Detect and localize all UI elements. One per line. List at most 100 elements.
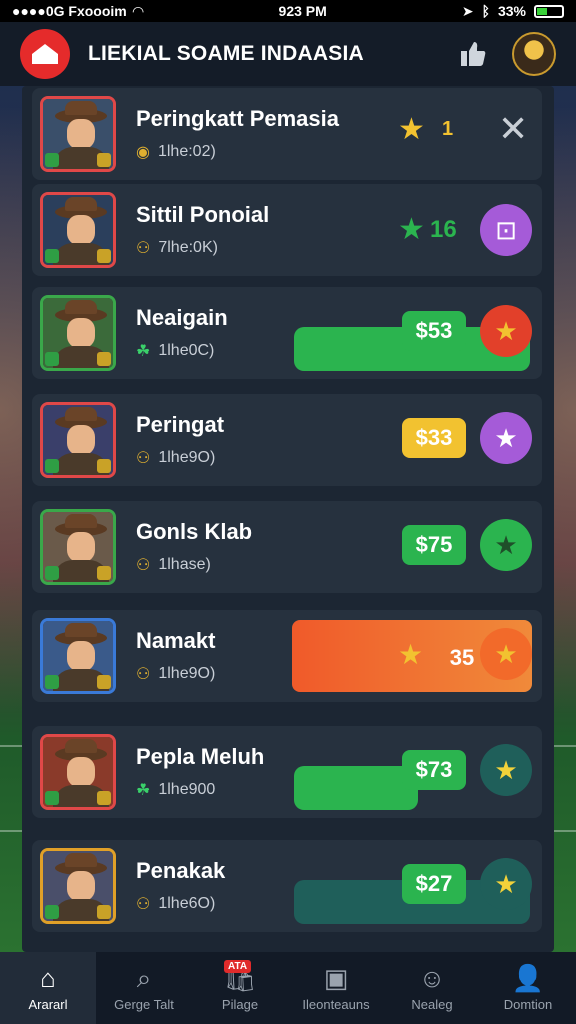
player-sub-text: 1lhase) [158,556,211,573]
player-sub-text: 1lhe0C) [158,342,215,359]
player-sub-text: 1lhe6O) [158,895,216,912]
player-sub-text: 1lhe900 [158,781,216,798]
player-sub: ☘ 1lhe0C) [136,341,214,361]
search-icon: ⌕ [136,962,152,993]
list-item[interactable]: Neaigain ☘ 1lhe0C) $53 ★ [32,287,542,379]
reward-button[interactable]: ★ [480,628,532,680]
bottom-nav: ⌂ Arararl ⌕ Gerge Talt 🛍 ATA Pilage ▣ Ileonteaun… [0,952,576,1024]
reward-button[interactable]: ★ [480,858,532,910]
player-sub: ⚇ 7lhe:0K) [136,238,218,258]
score-value: 16 [430,216,457,243]
player-portrait [40,402,116,478]
reward-button[interactable]: ⊡ [480,204,532,256]
nav-item-search[interactable]: ⌕ Gerge Talt [96,952,192,1024]
list-item[interactable]: Penakak ⚇ 1lhe6O) $27 ★ [32,840,542,932]
player-name: Gonls Klab [136,519,253,544]
home-icon: ⌂ [40,962,56,993]
status-icon: ⚇ [136,240,151,257]
list-item[interactable]: Namakt ⚇ 1lhe9O) ★ 35 ★ [32,610,542,702]
nav-item-bag[interactable]: 🛍 ATA Pilage [192,952,288,1024]
star-icon: ★ [398,639,424,670]
bluetooth-icon: ᛒ [481,3,490,19]
player-sub: ⚇ 1lhe9O) [136,448,215,468]
player-portrait [40,192,116,268]
player-portrait [40,509,116,585]
nav-item-home[interactable]: ⌂ Arararl [0,952,96,1024]
status-icon: ⚇ [136,666,151,683]
thumbs-up-icon[interactable] [456,37,490,71]
nav-label: Arararl [28,996,68,1012]
player-sub: ☘ 1lhe900 [136,780,215,800]
player-name: Peringkatt Pemasia [136,106,339,131]
nav-item-smile[interactable]: ☺ Nealeg [384,952,480,1024]
player-name: Pepla Meluh [136,744,265,769]
price-badge[interactable]: $73 [402,750,466,790]
list-item[interactable]: Sittil Ponoial ⚇ 7lhe:0K) ★ 16 ⊡ [32,184,542,276]
price-badge[interactable]: $53 [402,311,466,351]
player-name: Penakak [136,858,226,883]
player-portrait [40,96,116,172]
reward-button[interactable]: ★ [480,412,532,464]
reward-button[interactable]: ★ [480,744,532,796]
price-badge[interactable]: $33 [402,418,466,458]
player-portrait [40,734,116,810]
player-portrait [40,848,116,924]
star-icon: ★ [398,113,425,146]
status-icon: ⚇ [136,450,151,467]
reward-button[interactable]: ★ [480,305,532,357]
location-icon: ➤ [461,2,474,19]
player-name: Neaigain [136,305,228,330]
player-sub: ⚇ 1lhase) [136,555,211,575]
player-portrait [40,295,116,371]
user-icon: 👤 [511,962,545,993]
list-item[interactable]: Peringkatt Pemasia ◉ 1lhe:02) ★ 1 ✕ [32,88,542,180]
smile-icon: ☺ [418,962,446,993]
notification-badge: ATA [224,960,252,973]
status-icon: ⚇ [136,557,151,574]
user-avatar[interactable] [512,32,556,76]
player-sub-text: 1lhe:02) [157,143,216,160]
player-name: Peringat [136,412,225,437]
price-badge[interactable]: $27 [402,864,466,904]
battery-percent: 33% [497,3,526,19]
nav-label: Gerge Talt [114,996,174,1012]
player-sub: ⚇ 1lhe6O) [136,894,215,914]
status-icon: ⚇ [136,896,151,913]
player-sub: ◉ 1lhe:02) [136,142,216,162]
reward-button[interactable]: ★ [480,519,532,571]
card-icon: ▣ [323,962,349,993]
battery-icon [534,4,564,18]
price-badge[interactable]: $75 [402,525,466,565]
status-bar: ●●●●0G Fxoooim ◠ 923 PM ➤ ᛒ 33% [0,0,576,22]
star-icon: ★ [398,213,425,246]
app-title: LIEKIAL SOAME INDAASIA [88,42,364,65]
list-item[interactable]: Peringat ⚇ 1lhe9O) $33 ★ [32,394,542,486]
status-icon: ☘ [136,782,151,799]
app-logo[interactable] [20,29,70,79]
nav-item-card[interactable]: ▣ Ileonteauns [288,952,384,1024]
player-portrait [40,618,116,694]
player-sub-text: 1lhe9O) [158,449,216,466]
nav-item-user[interactable]: 👤 Domtion [480,952,576,1024]
status-icon: ◉ [136,144,150,161]
close-icon[interactable]: ✕ [498,108,528,150]
nav-label: Pilage [221,996,259,1012]
player-sub-text: 1lhe9O) [158,665,216,682]
status-time: 923 PM [278,3,327,19]
player-sub-text: 7lhe:0K) [158,239,218,256]
score-value: 1 [442,118,454,140]
list-item[interactable]: Gonls Klab ⚇ 1lhase) $75 ★ [32,501,542,593]
progress-bar [294,766,418,810]
wifi-icon: ◠ [132,2,144,19]
list-item[interactable]: Pepla Meluh ☘ 1lhe900 $73 ★ [32,726,542,818]
player-name: Namakt [136,628,216,653]
leaderboard-panel: Peringkatt Pemasia ◉ 1lhe:02) ★ 1 ✕ Sittil Pon… [22,86,554,952]
carrier-label: ●●●●0G Fxoooim [12,3,127,19]
player-sub: ⚇ 1lhe9O) [136,664,215,684]
app-header: LIEKIAL SOAME INDAASIA [0,22,576,86]
player-name: Sittil Ponoial [136,202,270,227]
status-icon: ☘ [136,343,151,360]
nav-label: Nealeg [411,996,453,1012]
nav-label: Ileonteauns [302,996,370,1012]
nav-label: Domtion [503,996,553,1012]
